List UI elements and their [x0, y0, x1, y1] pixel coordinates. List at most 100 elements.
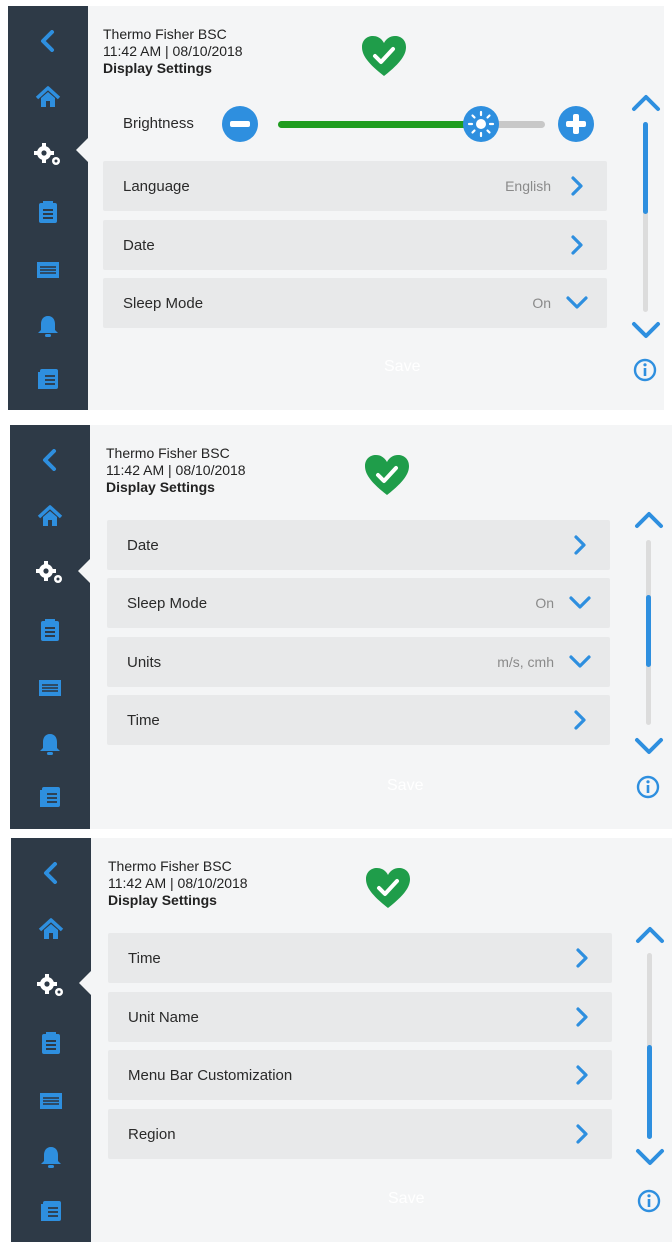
scrollbar-thumb[interactable]	[643, 122, 648, 214]
back-icon	[43, 449, 56, 471]
back-button[interactable]	[11, 856, 91, 890]
row-label: Sleep Mode	[123, 294, 204, 312]
scrollbar-track[interactable]	[647, 953, 652, 1139]
row-value: On	[535, 595, 554, 611]
clipboard-button[interactable]	[11, 1026, 91, 1060]
header: Thermo Fisher BSC 11:42 AM | 08/10/2018 …	[108, 858, 248, 909]
back-icon	[44, 862, 57, 884]
settings-row-units[interactable]: Units m/s, cmh	[107, 637, 610, 687]
settings-row-unit-name[interactable]: Unit Name	[108, 992, 612, 1042]
row-value: On	[532, 295, 551, 311]
info-icon[interactable]	[633, 358, 657, 382]
brightness-increase-button[interactable]	[557, 105, 595, 143]
bell-icon	[40, 734, 60, 755]
chevron-right-icon	[571, 176, 583, 196]
settings-row-sleep-mode[interactable]: Sleep Mode On	[107, 578, 610, 628]
log-button[interactable]	[11, 1194, 91, 1228]
header: Thermo Fisher BSC 11:42 AM | 08/10/2018 …	[103, 26, 243, 77]
bell-icon	[41, 1147, 61, 1168]
filter-button[interactable]	[8, 253, 88, 287]
back-button[interactable]	[10, 443, 90, 477]
filter-button[interactable]	[11, 1084, 91, 1118]
chevron-down-icon	[569, 596, 591, 609]
scrollbar-track[interactable]	[646, 540, 651, 725]
brightness-fill	[278, 121, 481, 128]
save-button[interactable]: Save	[384, 358, 420, 376]
back-button[interactable]	[8, 24, 88, 58]
scroll-up-button[interactable]	[630, 92, 662, 114]
alarms-button[interactable]	[8, 309, 88, 343]
clipboard-icon	[42, 1032, 60, 1054]
settings-row-date[interactable]: Date	[103, 220, 607, 270]
log-icon	[41, 1201, 61, 1221]
settings-icon	[37, 974, 63, 996]
date-time: 11:42 AM | 08/10/2018	[106, 462, 246, 478]
scrollbar-thumb[interactable]	[647, 1045, 652, 1139]
health-heart-icon	[365, 455, 409, 495]
log-button[interactable]	[10, 780, 90, 814]
active-indicator	[79, 971, 91, 995]
scrollbar-thumb[interactable]	[646, 595, 651, 667]
page-title: Display Settings	[106, 479, 215, 495]
filter-icon	[37, 262, 59, 278]
clipboard-icon	[39, 201, 57, 223]
row-label: Units	[127, 653, 162, 671]
settings-row-menu-bar-customization[interactable]: Menu Bar Customization	[108, 1050, 612, 1100]
settings-row-time[interactable]: Time	[108, 933, 612, 983]
brightness-track[interactable]	[278, 121, 545, 128]
info-icon[interactable]	[636, 775, 660, 799]
brightness-decrease-button[interactable]	[221, 105, 259, 143]
settings-row-language[interactable]: Language English	[103, 161, 607, 211]
home-button[interactable]	[11, 912, 91, 946]
row-label: Time	[127, 711, 160, 729]
clipboard-button[interactable]	[8, 195, 88, 229]
home-icon	[35, 86, 61, 107]
screen-1: Thermo Fisher BSC 11:42 AM | 08/10/2018 …	[8, 6, 664, 410]
page-title: Display Settings	[108, 892, 217, 908]
chevron-right-icon	[576, 948, 588, 968]
row-value: English	[505, 178, 551, 194]
filter-icon	[40, 1093, 62, 1109]
row-label: Menu Bar Customization	[128, 1066, 293, 1084]
info-icon[interactable]	[637, 1189, 661, 1213]
scroll-down-button[interactable]	[633, 735, 665, 757]
filter-button[interactable]	[10, 671, 90, 705]
log-icon	[38, 369, 58, 389]
settings-row-region[interactable]: Region	[108, 1109, 612, 1159]
home-button[interactable]	[10, 499, 90, 533]
device-name: Thermo Fisher BSC	[106, 445, 230, 461]
device-name: Thermo Fisher BSC	[108, 858, 232, 874]
screen-3: Thermo Fisher BSC 11:42 AM | 08/10/2018 …	[11, 838, 672, 1242]
log-button[interactable]	[8, 362, 88, 396]
save-button[interactable]: Save	[387, 777, 423, 795]
health-heart-icon	[366, 868, 410, 908]
clipboard-button[interactable]	[10, 613, 90, 647]
settings-icon	[34, 143, 60, 165]
brightness-slider-handle[interactable]	[462, 105, 500, 143]
settings-row-time[interactable]: Time	[107, 695, 610, 745]
row-label: Language	[123, 177, 190, 195]
home-icon	[38, 918, 64, 939]
scroll-up-button[interactable]	[633, 509, 665, 531]
scroll-up-button[interactable]	[634, 924, 666, 946]
chevron-right-icon	[576, 1124, 588, 1144]
save-button[interactable]: Save	[388, 1190, 424, 1208]
scroll-down-button[interactable]	[630, 319, 662, 341]
row-label: Region	[128, 1125, 176, 1143]
page-title: Display Settings	[103, 60, 212, 76]
settings-icon	[36, 561, 62, 583]
scrollbar-track[interactable]	[643, 122, 648, 312]
brightness-label: Brightness	[123, 115, 194, 132]
sidebar	[10, 425, 90, 829]
alarms-button[interactable]	[10, 727, 90, 761]
settings-row-date[interactable]: Date	[107, 520, 610, 570]
alarms-button[interactable]	[11, 1140, 91, 1174]
chevron-down-icon	[566, 296, 588, 309]
active-indicator	[78, 559, 90, 583]
settings-row-sleep-mode[interactable]: Sleep Mode On	[103, 278, 607, 328]
sidebar	[11, 838, 91, 1242]
chevron-right-icon	[576, 1007, 588, 1027]
scroll-down-button[interactable]	[634, 1146, 666, 1168]
home-button[interactable]	[8, 80, 88, 114]
row-label: Unit Name	[128, 1008, 199, 1026]
